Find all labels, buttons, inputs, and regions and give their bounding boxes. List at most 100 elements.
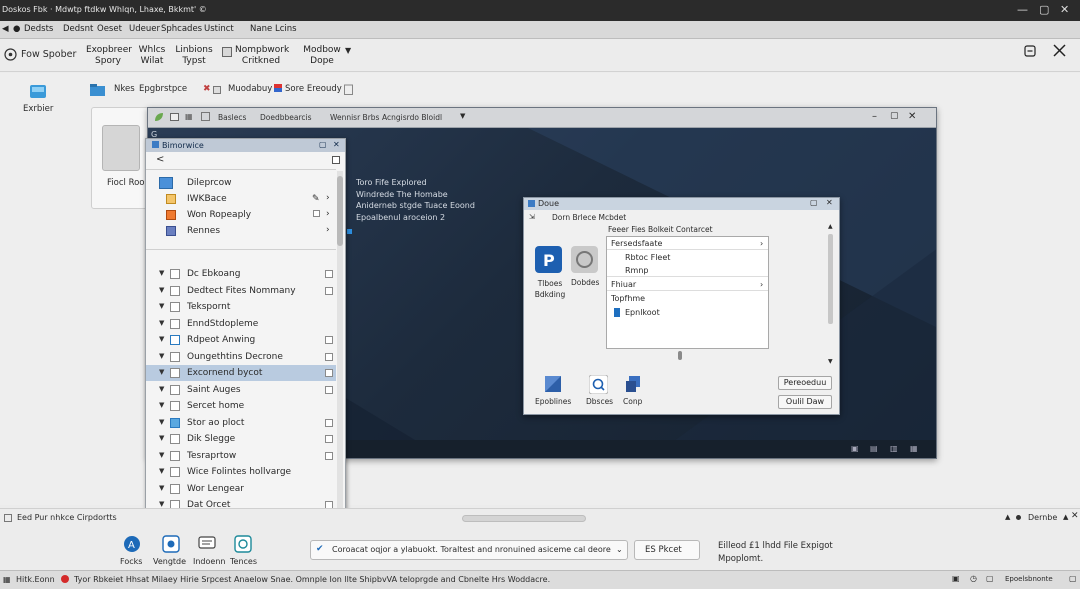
foot-icon-1[interactable]: ▣ xyxy=(851,444,859,453)
inner-title-item-3[interactable]: Wennisr Brbs xyxy=(330,113,379,122)
chevron-right-icon[interactable]: › xyxy=(326,209,330,219)
row-checkbox[interactable] xyxy=(170,302,180,312)
row-checkbox[interactable] xyxy=(170,319,180,329)
dropdown-select[interactable]: ES Pkcet xyxy=(634,540,700,560)
shortcut-epgbrstpce[interactable]: Epgbrstpce xyxy=(139,84,187,94)
tree-row[interactable]: ▼ Stor ao ploct xyxy=(146,415,336,431)
parking-icon[interactable]: P xyxy=(535,246,562,273)
close-icon[interactable] xyxy=(1052,43,1067,58)
scroll-up-icon[interactable]: ▲ xyxy=(828,223,833,230)
tree-row[interactable]: ▼ Dik Slegge xyxy=(146,431,336,447)
chevron-down-icon[interactable]: ▼ xyxy=(159,319,164,327)
pin-icon[interactable]: ✖ xyxy=(203,84,211,94)
toolbar-button-linbions[interactable]: Linbions Typst xyxy=(172,45,216,67)
toolbar-button-nompbwork[interactable]: Nompbwork Critkned xyxy=(235,45,289,67)
panel-maximize-icon[interactable]: ▢ xyxy=(319,140,327,149)
tray-icon[interactable]: ▢ xyxy=(1069,574,1077,583)
tree-row[interactable]: ▼ Oungethtins Decrone xyxy=(146,349,336,365)
menu-item-rbtoc-fleet[interactable]: Rbtoc Fleet xyxy=(607,251,768,264)
clock-icon[interactable]: ◷ xyxy=(970,574,977,583)
menu-item-topfhme[interactable]: Topfhme xyxy=(607,292,768,305)
menu-item-dedsnt[interactable]: Dedsnt xyxy=(63,24,93,34)
dialog-close-icon[interactable]: ✕ xyxy=(826,198,833,207)
chevron-down-icon[interactable]: ▼ xyxy=(159,352,164,360)
menu-item-ustinct[interactable]: Ustinct xyxy=(204,24,234,34)
resize-handle[interactable] xyxy=(678,351,682,360)
row-checkbox[interactable] xyxy=(170,286,180,296)
dialog-maximize-icon[interactable]: ▢ xyxy=(810,198,818,207)
chevron-down-icon[interactable]: ▼ xyxy=(345,46,351,55)
chevron-down-icon[interactable]: ▼ xyxy=(159,434,164,442)
stack-icon[interactable] xyxy=(626,376,640,392)
horizontal-scrollbar[interactable] xyxy=(462,515,586,522)
message-field[interactable]: ✔ Coroacat oqjor a ylabuokt. Toraltest a… xyxy=(310,540,628,560)
caret-up-icon[interactable]: ▲ xyxy=(1005,513,1010,521)
menu-item-rmnp[interactable]: Rmnp xyxy=(607,264,768,277)
chevron-down-icon[interactable]: ▼ xyxy=(159,500,164,508)
content-line-3[interactable]: Aniderneb stgde Tuace Eoond xyxy=(356,201,475,210)
caret-up-icon[interactable]: ▲ xyxy=(1063,513,1068,521)
menu-item-oeset[interactable]: Oeset xyxy=(97,24,122,34)
row-checkbox[interactable] xyxy=(170,401,180,411)
inner-title-item-2[interactable]: Doedbbearcis xyxy=(260,113,312,122)
screen-icon[interactable]: ▣ xyxy=(952,574,960,583)
tree-row[interactable]: ▼ Sercet home xyxy=(146,398,336,414)
gauge-icon[interactable] xyxy=(571,246,598,273)
blocks-icon[interactable] xyxy=(545,376,561,392)
foot-icon-4[interactable]: ▦ xyxy=(910,444,918,453)
row-checkbox[interactable] xyxy=(170,451,180,461)
box-icon[interactable]: ▢ xyxy=(986,574,994,583)
scroll-down-icon[interactable]: ▼ xyxy=(828,358,833,365)
target-icon[interactable] xyxy=(234,535,252,553)
content-line-4[interactable]: Epoalbenul aroceion 2 xyxy=(356,213,445,222)
chevron-down-icon[interactable]: ⌄ xyxy=(616,545,623,554)
tree-row[interactable]: ▼ Tesraprtow xyxy=(146,448,336,464)
chevron-down-icon[interactable]: ▼ xyxy=(159,451,164,459)
panel-close-icon[interactable]: ✕ xyxy=(333,140,340,149)
tree-row-selected[interactable]: ▼ Excornend bycot xyxy=(146,365,336,381)
shield-icon[interactable] xyxy=(162,535,180,553)
content-line-2[interactable]: Windrede The Homabe xyxy=(356,190,448,199)
dialog-scrollbar-thumb[interactable] xyxy=(828,234,833,324)
chevron-down-icon[interactable]: ▼ xyxy=(159,467,164,475)
folder-card[interactable]: Fiocl Roor xyxy=(91,107,149,209)
row-toggle[interactable] xyxy=(325,435,333,443)
chat-icon[interactable] xyxy=(198,536,216,552)
back-icon[interactable]: < xyxy=(156,154,164,165)
chevron-down-icon[interactable]: ▼ xyxy=(159,335,164,343)
row-toggle[interactable] xyxy=(325,419,333,427)
scrollbar[interactable] xyxy=(337,171,343,517)
row-checkbox-checked[interactable] xyxy=(170,418,180,428)
row-toggle[interactable] xyxy=(325,386,333,394)
row-toggle[interactable] xyxy=(325,270,333,278)
content-line-1[interactable]: Toro Fife Explored xyxy=(356,178,427,187)
small-box-icon[interactable] xyxy=(313,210,320,217)
row-checkbox[interactable] xyxy=(170,352,180,362)
shortcut-sore-ereoudy[interactable]: Sore Ereoudy xyxy=(285,84,342,94)
primary-button[interactable]: Pereoeduu xyxy=(778,376,832,390)
tree-row[interactable]: ▼ Saint Auges xyxy=(146,382,336,398)
row-toggle[interactable] xyxy=(325,287,333,295)
row-checkbox[interactable] xyxy=(170,484,180,494)
menu-item-fersedsfaate[interactable]: Fersedsfaate › xyxy=(607,237,768,250)
inner-close-icon[interactable]: ✕ xyxy=(908,111,916,122)
menu-item-nane[interactable]: Nane xyxy=(250,24,272,34)
tree-row[interactable]: ▼ EnndStdopleme xyxy=(146,316,336,332)
tree-row[interactable]: ▼ Dc Ebkoang xyxy=(146,266,336,282)
foot-icon-2[interactable]: ▤ xyxy=(870,444,878,453)
small-close-icon[interactable]: ✕ xyxy=(1071,511,1079,521)
chevron-right-icon[interactable]: › xyxy=(326,193,330,203)
menu-item-epnlkoot[interactable]: Epnlkoot xyxy=(607,306,768,319)
tree-row[interactable]: ▼ Tekspornt xyxy=(146,299,336,315)
panel-square-icon[interactable] xyxy=(332,156,340,164)
maximize-button[interactable]: ▢ xyxy=(1039,3,1049,16)
folder-icon[interactable] xyxy=(90,84,105,96)
secondary-button[interactable]: Oulil Daw xyxy=(778,395,832,409)
search-icon[interactable] xyxy=(589,375,608,394)
tree-row[interactable]: ▼ Dedtect Fites Nommany xyxy=(146,283,336,299)
toolbar-button-modbow[interactable]: Modbow Dope xyxy=(302,45,342,67)
chevron-right-icon[interactable]: › xyxy=(326,225,330,235)
edit-icon[interactable]: ✎ xyxy=(312,194,320,204)
row-toggle[interactable] xyxy=(325,353,333,361)
row-toggle[interactable] xyxy=(325,336,333,344)
